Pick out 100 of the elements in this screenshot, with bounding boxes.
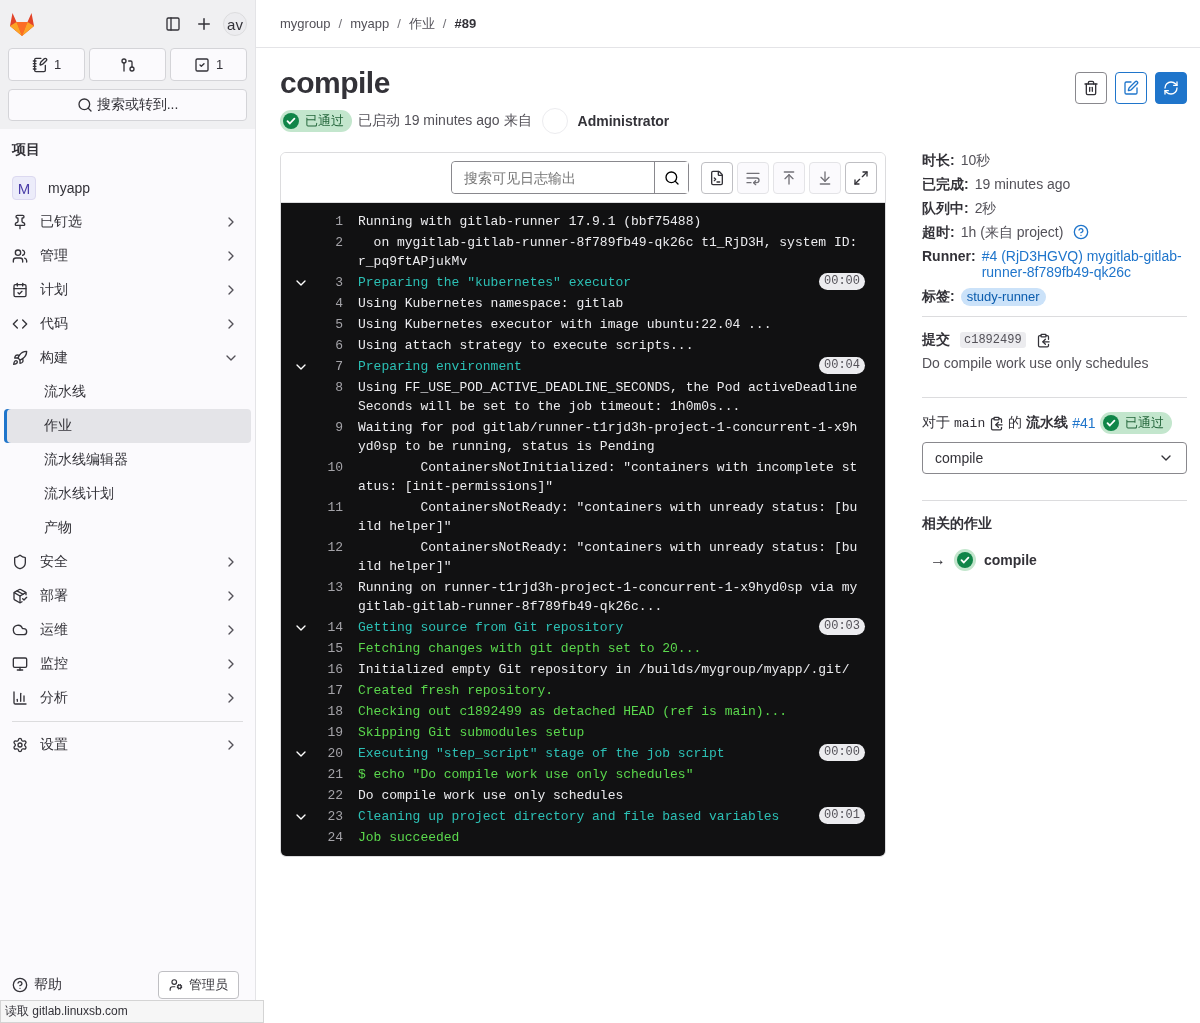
log-line: Running on runner-t1rjd3h-project-1-concurrent-1-x9hyd0sp via mygitlab-gitlab-runner-8f789fb49-qk26c... [358,579,858,616]
duration-badge: 00:00 [819,744,865,761]
copy-icon[interactable] [1035,332,1051,348]
user-gear-icon [169,978,183,992]
status-badge: 已通过 [1099,412,1172,434]
arrow-up-icon [781,169,797,186]
project-link[interactable]: M myapp [4,171,251,205]
line-number: 5 [334,316,343,334]
nav-item[interactable]: 分析 [4,681,251,715]
nav-subitem[interactable]: 流水线编辑器 [4,443,251,477]
commit-message: Do compile work use only schedules [922,355,1150,371]
breadcrumb-link[interactable]: #89 [454,16,477,31]
nav-item[interactable]: 监控 [4,647,251,681]
log-line: Preparing environment [358,358,522,376]
nav-item[interactable]: 设置 [4,728,251,762]
log-search-field[interactable]: 搜索可见日志输出 [451,161,689,194]
line-number: 7 [334,358,343,376]
log-line: $ echo "Do compile work use only schedules" [358,766,694,784]
log-line: ContainersNotReady: "containers with unready status: [build helper]" [358,539,858,576]
nav-item[interactable]: 部署 [4,579,251,613]
success-icon [1102,415,1119,431]
arrow-text: → [930,551,946,569]
detail-label: 超时: [922,224,955,240]
search-button[interactable] [654,162,688,193]
nav-item[interactable]: 代码 [4,307,251,341]
job-title: compile [280,66,391,100]
help-icon [12,977,28,993]
duration-badge: 00:01 [819,807,865,824]
log-line: Preparing the "kubernetes" executor [358,274,632,292]
line-number: 24 [326,829,343,847]
arrow-down-icon [817,169,833,186]
line-number: 17 [326,682,343,700]
edit-button[interactable] [1115,72,1147,104]
scroll-bottom-button[interactable] [809,161,841,194]
log-line: Using Kubernetes namespace: gitlab [358,295,624,313]
breadcrumb-separator: / [442,16,447,31]
branch-name[interactable]: main [954,415,986,431]
breadcrumb-link[interactable]: 作业 [408,14,435,33]
nav-item[interactable]: 已钉选 [4,205,251,239]
line-number: 19 [326,724,343,742]
pipeline-prefix: 对于 [922,414,950,432]
nav-item[interactable]: 构建 [4,341,251,375]
wrap-lines-button[interactable] [737,161,769,194]
expand-icon [853,169,869,186]
pipeline-label: 流水线 [1026,414,1069,432]
section-title: 项目 [10,140,41,159]
nav-item[interactable]: 安全 [4,545,251,579]
line-number: 10 [326,459,343,477]
line-number: 11 [326,499,343,517]
raw-log-button[interactable] [701,161,733,194]
line-number: 4 [334,295,343,313]
status-badge: 已通过 [280,110,352,132]
commit-label: 提交 [922,331,950,349]
line-number: 23 [326,808,343,826]
user-avatar[interactable]: av [223,12,247,36]
nav-subitem[interactable]: 流水线计划 [4,477,251,511]
help-link[interactable]: 帮助 [12,976,62,994]
merge-requests-counter[interactable] [89,48,166,81]
detail-label: 已完成: [922,176,969,192]
retry-button[interactable] [1155,72,1187,104]
log-line: Skipping Git submodules setup [358,724,585,742]
detail-value: 19 minutes ago [974,176,1071,192]
fullscreen-button[interactable] [845,161,877,194]
help-icon[interactable] [1073,224,1090,240]
related-job-link[interactable]: compile [984,552,1037,568]
log-line: Using attach strategy to execute scripts... [358,337,694,355]
user-link[interactable]: Administrator [577,113,670,129]
issues-counter[interactable]: 1 [8,48,85,81]
nav-item[interactable]: 管理 [4,239,251,273]
duration-badge: 00:04 [819,357,865,374]
search-button[interactable]: 搜索或转到... [8,89,247,121]
nav-subitem[interactable]: 作业 [4,409,251,443]
log-line: Job succeeded [358,829,460,847]
log-line: on mygitlab-gitlab-runner-8f789fb49-qk26c t1_RjD3H, system ID: r_pq9ftAPjukMv [358,234,858,271]
logo-icon[interactable] [8,11,36,37]
delete-button[interactable] [1075,72,1107,104]
scroll-top-button[interactable] [773,161,805,194]
commit-sha[interactable]: c1892499 [960,332,1026,348]
started-text: 已启动 19 minutes ago 来自 [358,112,532,130]
job-select[interactable]: compile [922,442,1187,474]
nav-subitem[interactable]: 产物 [4,511,251,545]
pipeline-link[interactable]: #41 [1072,415,1096,431]
settings-icon [12,737,28,753]
detail-value: 1h (来自 project) [960,224,1064,240]
nav-subitem[interactable]: 流水线 [4,375,251,409]
breadcrumb-link[interactable]: mygroup [280,16,331,31]
admin-button[interactable]: 管理员 [158,971,239,999]
log-line: Do compile work use only schedules [358,787,624,805]
nav-item[interactable]: 运维 [4,613,251,647]
todo-counter[interactable]: 1 [170,48,247,81]
runner-link[interactable]: #4 (RjD3HGVQ) mygitlab-gitlab-runner-8f789fb49-qk26c [981,248,1187,280]
line-number: 3 [334,274,343,292]
checkbox-icon [193,56,210,73]
copy-icon[interactable] [989,415,1005,431]
breadcrumb-link[interactable]: myapp [350,16,390,31]
nav-item[interactable]: 计划 [4,273,251,307]
log-line: Executing "step_script" stage of the job script [358,745,725,763]
line-number: 12 [326,539,343,557]
log-line: Fetching changes with git depth set to 20... [358,640,702,658]
search-icon [76,97,93,113]
